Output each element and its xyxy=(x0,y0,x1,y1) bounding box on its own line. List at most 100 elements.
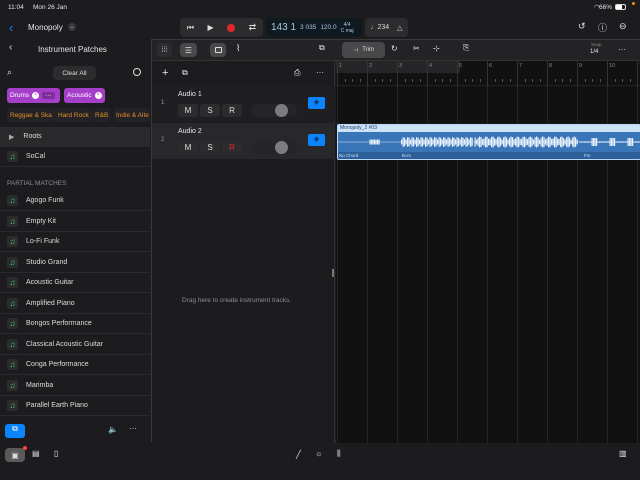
timeline[interactable]: 1234567891011 Monopoly_2 #03 No Chord B♭… xyxy=(336,61,640,443)
import-icon[interactable]: ⎙ xyxy=(294,68,300,78)
clear-all-button[interactable]: Clear All xyxy=(53,66,96,80)
remove-tag-icon[interactable]: × xyxy=(32,92,40,99)
filter-icon[interactable] xyxy=(133,68,141,76)
cycle-region[interactable] xyxy=(336,61,460,73)
waveform xyxy=(338,136,640,148)
count-in-button[interactable]: ♩234 xyxy=(370,24,389,31)
select-tool-icon[interactable] xyxy=(210,43,226,57)
scissors-icon[interactable]: ✂ xyxy=(413,44,420,53)
patch-label: Agogo Funk xyxy=(26,197,64,204)
tag-label: Acoustic xyxy=(67,92,92,99)
patch-item[interactable]: ♫ Marimba xyxy=(0,376,150,396)
metronome-icon[interactable]: △ xyxy=(397,24,402,32)
bar-line xyxy=(547,61,548,86)
ruler[interactable]: 1234567891011 xyxy=(336,61,640,443)
patch-item[interactable]: ♫ Lo-Fi Funk xyxy=(0,232,150,252)
more-icon[interactable]: ··· xyxy=(618,45,626,54)
editor-icon[interactable]: ▯ xyxy=(54,449,58,458)
snap-select[interactable]: 1/4 xyxy=(590,49,598,55)
play-icon[interactable]: ▶ xyxy=(9,133,14,141)
pencil-icon[interactable]: ╱ xyxy=(296,450,301,459)
mute-button[interactable]: M xyxy=(178,104,198,117)
patch-item[interactable]: ♫ Acoustic Guitar xyxy=(0,273,150,293)
help-icon[interactable]: ⓘ xyxy=(598,21,607,34)
tag-acoustic[interactable]: Acoustic × xyxy=(64,88,105,103)
genre-indie[interactable]: Indie & Alte xyxy=(113,108,150,122)
genre-reggae[interactable]: Reggae & Ska xyxy=(7,108,55,122)
track-name[interactable]: Audio 2 xyxy=(178,128,202,135)
bar-number: 1 xyxy=(339,63,343,69)
tag-drums[interactable]: Drums × ··· xyxy=(7,88,60,103)
genre-rnb[interactable]: R&B xyxy=(92,108,112,122)
patch-socal[interactable]: ♫ SoCal xyxy=(0,147,150,167)
solo-button[interactable]: S xyxy=(200,104,220,117)
more-icon[interactable]: ··· xyxy=(129,424,137,433)
notification-dot xyxy=(23,446,27,450)
record-arm-button[interactable]: R xyxy=(222,104,242,117)
loop-tool-icon[interactable]: ↻ xyxy=(391,44,398,53)
patch-item[interactable]: ♫ Studio Grand xyxy=(0,253,150,273)
patch-item[interactable]: ♫ Bongos Performance xyxy=(0,314,150,334)
record-arm-button[interactable]: R xyxy=(222,141,242,154)
beat-tick xyxy=(389,79,391,82)
project-title[interactable]: Monopoly xyxy=(28,23,63,32)
record-icon[interactable] xyxy=(227,23,236,32)
volume-knob[interactable] xyxy=(275,104,288,117)
remove-tag-icon[interactable]: × xyxy=(94,92,102,99)
patch-item[interactable]: ♫ Parallel Earth Piano xyxy=(0,396,150,416)
play-icon[interactable]: ▶ xyxy=(207,23,213,32)
patch-item[interactable]: ♫ Agogo Funk xyxy=(0,191,150,211)
track-header[interactable]: 2 Audio 2 M S R ◆ xyxy=(152,123,335,159)
music-note-icon: ♫ xyxy=(7,379,18,391)
settings-icon[interactable]: ⊖ xyxy=(619,21,627,32)
mute-button[interactable]: M xyxy=(178,141,198,154)
track-name[interactable]: Audio 1 xyxy=(178,91,202,98)
genre-hard-rock[interactable]: Hard Rock xyxy=(55,108,92,122)
cycle-icon[interactable]: ⇄ xyxy=(249,22,257,33)
chord: B♭m xyxy=(402,153,411,158)
music-note-icon: ♫ xyxy=(7,400,18,411)
solo-button[interactable]: S xyxy=(200,141,220,154)
folder-roots[interactable]: ▶ Roots xyxy=(0,127,150,147)
browser-icon[interactable]: ▣ xyxy=(5,448,25,462)
track-header[interactable]: 1 Audio 1 M S R ◆ xyxy=(152,86,335,122)
chevron-down-icon[interactable]: ⌄ xyxy=(68,23,76,31)
back-icon[interactable]: ‹ xyxy=(9,42,12,53)
bar-number: 7 xyxy=(519,63,523,69)
patch-item[interactable]: ♫ Conga Performance xyxy=(0,355,150,375)
more-icon[interactable]: ··· xyxy=(42,92,55,99)
automation-icon[interactable]: ⌇ xyxy=(236,43,240,54)
volume-slider[interactable] xyxy=(252,104,297,117)
smart-controls-icon[interactable]: ☼ xyxy=(315,449,322,458)
copy-icon[interactable]: ⧉ xyxy=(319,43,325,53)
keyboard-icon[interactable]: ▥ xyxy=(619,449,627,458)
search-icon[interactable]: ⌕ xyxy=(7,67,12,78)
tracks-view-icon[interactable]: ☰ xyxy=(180,43,197,57)
mixer-icon[interactable]: ⫼ xyxy=(337,449,341,459)
track-number: 1 xyxy=(161,100,165,106)
rewind-icon[interactable]: ⏮ xyxy=(187,23,194,33)
inspector-icon[interactable]: ▤ xyxy=(32,449,40,458)
patch-item[interactable]: ♫ Empty Kit xyxy=(0,212,150,232)
beat-tick xyxy=(509,79,511,82)
trim-tool-button[interactable]: ⊣ Trim xyxy=(342,42,385,58)
volume-slider[interactable] xyxy=(252,141,297,154)
audio-region[interactable]: Monopoly_2 #03 No Chord B♭m Fm xyxy=(337,124,640,160)
trim-label: Trim xyxy=(362,47,374,53)
duplicate-track-icon[interactable]: ⧉ xyxy=(182,68,188,78)
undo-history-icon[interactable]: ↺ xyxy=(578,21,586,32)
more-icon[interactable]: ··· xyxy=(316,68,324,77)
patch-item[interactable]: ♫ Classical Acoustic Guitar xyxy=(0,335,150,355)
resize-handle[interactable] xyxy=(332,269,334,277)
browser-toggle-icon[interactable]: ⧉ xyxy=(5,424,25,438)
back-icon[interactable]: ‹ xyxy=(9,20,13,35)
split-icon[interactable]: ⊹ xyxy=(433,44,440,53)
add-track-icon[interactable]: + xyxy=(162,67,168,79)
grid-view-icon[interactable]: ⁞⁞⁞ xyxy=(157,43,172,57)
sub-position: 3 035 xyxy=(300,24,317,31)
preview-volume-icon[interactable]: 🔈 xyxy=(108,425,118,434)
patch-item[interactable]: ♫ Amplified Piano xyxy=(0,294,150,314)
volume-knob[interactable] xyxy=(275,141,288,154)
paste-icon[interactable]: ⎘ xyxy=(463,43,469,53)
lcd-display[interactable]: 143 1 3 035 120.0 4/4 C maj xyxy=(266,18,362,37)
